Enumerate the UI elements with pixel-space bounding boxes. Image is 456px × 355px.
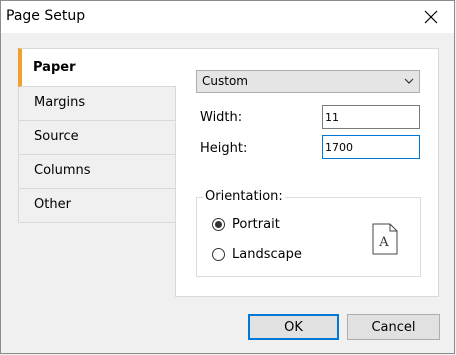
tab-columns[interactable]: Columns [18, 155, 176, 189]
portrait-radio[interactable] [212, 218, 225, 231]
tab-label: Margins [34, 95, 86, 110]
width-field[interactable] [322, 105, 420, 129]
cancel-button[interactable]: Cancel [347, 314, 440, 340]
tab-list: Paper Margins Source Columns Other [18, 48, 176, 223]
tab-label: Source [34, 129, 79, 144]
landscape-option[interactable]: Landscape [212, 247, 302, 262]
title-bar: Page Setup [1, 1, 454, 33]
tab-label: Columns [34, 163, 91, 178]
orientation-group: Orientation: Portrait Landscape A [196, 189, 421, 277]
close-icon [424, 10, 438, 24]
landscape-radio[interactable] [212, 248, 225, 261]
tab-label: Other [34, 197, 71, 212]
page-setup-dialog: Page Setup Paper Margins Source Columns … [0, 0, 455, 354]
paper-size-select[interactable]: Custom [196, 70, 420, 93]
height-label: Height: [200, 141, 248, 156]
paper-panel: Custom Width: Height: Orientation: Portr… [175, 48, 439, 297]
tab-margins[interactable]: Margins [18, 87, 176, 121]
portrait-label: Portrait [232, 217, 280, 232]
width-label: Width: [200, 110, 243, 125]
paper-size-value: Custom [202, 74, 248, 88]
tab-paper[interactable]: Paper [18, 48, 176, 87]
landscape-label: Landscape [232, 247, 302, 262]
tab-other[interactable]: Other [18, 189, 176, 223]
tab-source[interactable]: Source [18, 121, 176, 155]
ok-label: OK [284, 319, 303, 335]
window-title: Page Setup [6, 8, 86, 24]
height-field[interactable] [322, 135, 420, 159]
close-button[interactable] [408, 1, 454, 33]
ok-button[interactable]: OK [248, 314, 339, 340]
chevron-down-icon [404, 78, 414, 84]
page-orientation-icon: A [372, 223, 398, 255]
tab-label: Paper [33, 60, 76, 75]
cancel-label: Cancel [371, 319, 416, 335]
orientation-title: Orientation: [203, 189, 285, 204]
page-icon-letter: A [378, 235, 389, 250]
portrait-option[interactable]: Portrait [212, 217, 280, 232]
